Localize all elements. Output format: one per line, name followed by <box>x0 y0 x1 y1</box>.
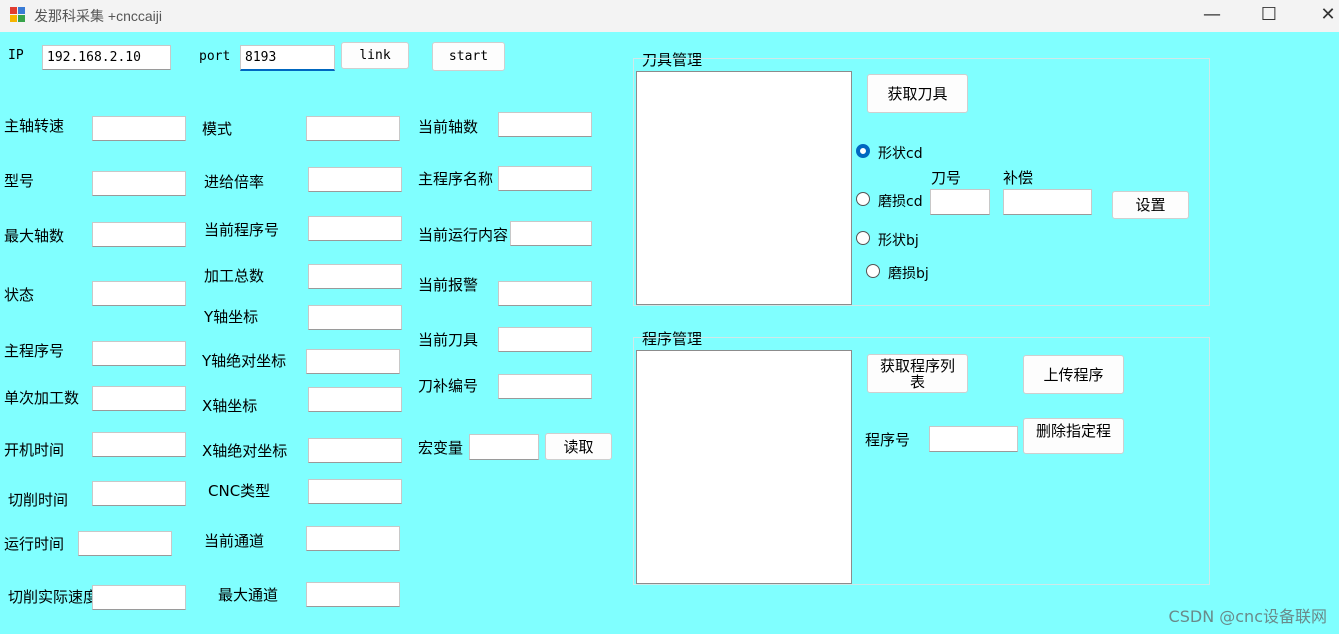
x-coord-label: X轴坐标 <box>202 397 258 415</box>
max-axes-label: 最大轴数 <box>4 227 65 245</box>
current-tool-field[interactable] <box>498 327 592 352</box>
radio-shape-bj[interactable] <box>856 231 870 245</box>
main-prog-no-label: 主程序号 <box>4 342 65 360</box>
main-prog-name-label: 主程序名称 <box>418 170 494 188</box>
y-coord-label: Y轴坐标 <box>204 308 259 326</box>
actual-cut-speed-field[interactable] <box>92 585 186 610</box>
main-prog-name-field[interactable] <box>498 166 592 191</box>
tool-no-label: 刀号 <box>931 169 962 187</box>
model-label: 型号 <box>4 172 35 190</box>
radio-wear-cd-label: 磨损cd <box>878 194 923 210</box>
x-abs-coord-label: X轴绝对坐标 <box>202 442 288 460</box>
x-abs-coord-field[interactable] <box>308 438 402 463</box>
total-count-label: 加工总数 <box>204 267 265 285</box>
current-prog-no-label: 当前程序号 <box>204 221 280 239</box>
macro-var-label: 宏变量 <box>418 439 464 457</box>
cnc-type-field[interactable] <box>308 479 402 504</box>
power-on-time-field[interactable] <box>92 432 186 457</box>
radio-wear-bj[interactable] <box>866 264 880 278</box>
current-axes-label: 当前轴数 <box>418 118 479 136</box>
cnc-type-label: CNC类型 <box>208 482 271 500</box>
mode-label: 模式 <box>202 120 233 138</box>
run-time-field[interactable] <box>78 531 172 556</box>
radio-shape-cd[interactable] <box>856 144 870 158</box>
offset-field[interactable] <box>1003 189 1092 215</box>
x-coord-field[interactable] <box>308 387 402 412</box>
actual-cut-speed-label: 切削实际速度 <box>8 588 99 606</box>
upload-program-button[interactable]: 上传程序 <box>1023 355 1124 394</box>
start-button[interactable]: start <box>432 42 505 71</box>
feed-rate-field[interactable] <box>308 167 402 192</box>
prog-no-field[interactable] <box>929 426 1018 452</box>
set-button[interactable]: 设置 <box>1112 191 1189 219</box>
y-coord-field[interactable] <box>308 305 402 330</box>
total-count-field[interactable] <box>308 264 402 289</box>
mode-field[interactable] <box>306 116 400 141</box>
cutting-time-label: 切削时间 <box>8 491 69 509</box>
title-bar: 发那科采集 +cnccaiji — ☐ ✕ <box>0 0 1339 32</box>
current-run-content-field[interactable] <box>510 221 592 246</box>
current-prog-no-field[interactable] <box>308 216 402 241</box>
spindle-speed-label: 主轴转速 <box>4 117 65 135</box>
run-time-label: 运行时间 <box>4 535 65 553</box>
maximize-button[interactable]: ☐ <box>1246 0 1292 32</box>
model-field[interactable] <box>92 171 186 196</box>
current-tool-label: 当前刀具 <box>418 331 479 349</box>
macro-var-field[interactable] <box>469 434 539 460</box>
max-axes-field[interactable] <box>92 222 186 247</box>
status-label: 状态 <box>4 286 35 304</box>
tool-no-field[interactable] <box>930 189 990 215</box>
ip-input[interactable]: 192.168.2.10 <box>42 45 171 70</box>
current-alarm-field[interactable] <box>498 281 592 306</box>
tool-offset-no-label: 刀补编号 <box>418 377 479 395</box>
current-run-content-label: 当前运行内容 <box>418 226 509 244</box>
offset-label: 补偿 <box>1003 169 1034 187</box>
y-abs-coord-field[interactable] <box>306 349 400 374</box>
link-button[interactable]: link <box>341 42 409 69</box>
feed-rate-label: 进给倍率 <box>204 173 265 191</box>
window-title: 发那科采集 +cnccaiji <box>34 8 162 24</box>
get-tools-button[interactable]: 获取刀具 <box>867 74 968 113</box>
current-alarm-label: 当前报警 <box>418 276 479 294</box>
single-count-field[interactable] <box>92 386 186 411</box>
power-on-time-label: 开机时间 <box>4 441 65 459</box>
app-icon <box>10 7 26 23</box>
radio-wear-cd[interactable] <box>856 192 870 206</box>
radio-shape-bj-label: 形状bj <box>878 233 919 249</box>
max-channel-field[interactable] <box>306 582 400 607</box>
spindle-speed-field[interactable] <box>92 116 186 141</box>
cutting-time-field[interactable] <box>92 481 186 506</box>
radio-shape-cd-label: 形状cd <box>878 146 923 162</box>
delete-program-button[interactable]: 删除指定程 <box>1023 418 1124 454</box>
y-abs-coord-label: Y轴绝对坐标 <box>202 352 287 370</box>
close-button[interactable]: ✕ <box>1305 0 1339 32</box>
minimize-button[interactable]: — <box>1189 0 1235 32</box>
current-channel-label: 当前通道 <box>204 532 265 550</box>
get-program-list-button[interactable]: 获取程序列表 <box>867 354 968 393</box>
program-listbox[interactable] <box>636 350 852 584</box>
single-count-label: 单次加工数 <box>4 389 80 407</box>
status-field[interactable] <box>92 281 186 306</box>
main-prog-no-field[interactable] <box>92 341 186 366</box>
current-axes-field[interactable] <box>498 112 592 137</box>
ip-label: IP <box>8 48 24 63</box>
tool-listbox[interactable] <box>636 71 852 305</box>
read-button[interactable]: 读取 <box>545 433 612 460</box>
current-channel-field[interactable] <box>306 526 400 551</box>
port-input[interactable]: 8193 <box>240 45 335 71</box>
tool-offset-no-field[interactable] <box>498 374 592 399</box>
radio-wear-bj-label: 磨损bj <box>888 266 929 282</box>
watermark: CSDN @cnc设备联网 <box>1168 607 1327 626</box>
prog-no-label: 程序号 <box>865 431 911 449</box>
port-label: port <box>199 49 231 64</box>
max-channel-label: 最大通道 <box>218 586 279 604</box>
